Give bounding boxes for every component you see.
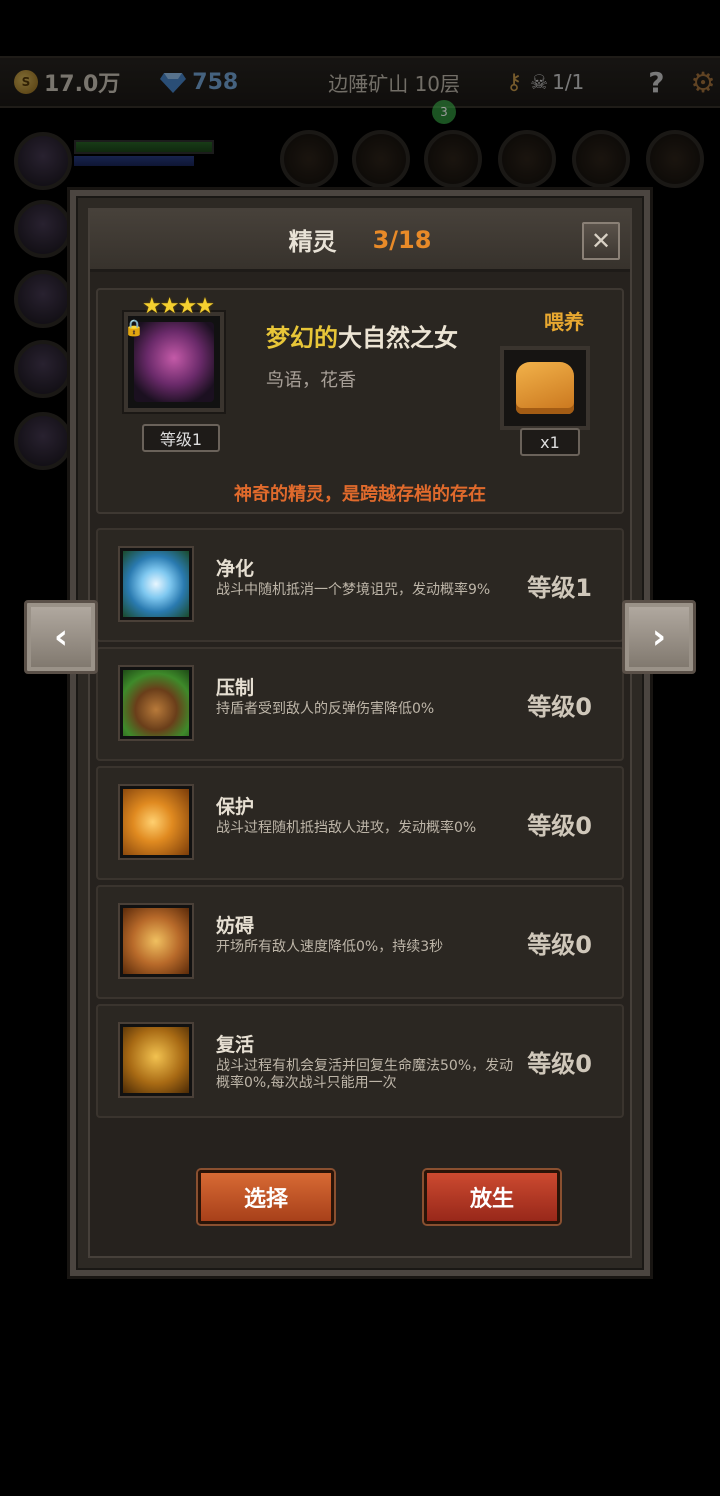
party-portrait (14, 270, 72, 328)
revive-dancer-icon (120, 1024, 192, 1096)
sprite-tags: 鸟语，花香 (266, 370, 356, 391)
panel-title: 精灵 (288, 228, 337, 256)
skill-level: 等级1 (527, 574, 592, 602)
gear-icon[interactable]: ⚙ (691, 66, 716, 99)
skill-row[interactable]: 保护 战斗过程随机抵挡敌人进攻，发动概率0% 等级0 (96, 766, 624, 880)
release-button[interactable]: 放生 (424, 1170, 560, 1224)
blue-flower-icon (120, 548, 192, 620)
help-button[interactable]: ? (648, 66, 664, 99)
beast-claw-icon (120, 667, 192, 739)
notification-badge: 3 (432, 100, 456, 124)
hero-portrait-bg (14, 132, 72, 190)
skill-description: 持盾者受到敌人的反弹伤害降低0% (216, 701, 435, 717)
skill-list: 净化 战斗中随机抵消一个梦境诅咒，发动概率9% 等级1 压制 持盾者受到敌人的反… (96, 528, 624, 1123)
party-portrait (14, 412, 72, 470)
skill-level: 等级0 (527, 1050, 592, 1078)
party-portrait (14, 200, 72, 258)
skill-level: 等级0 (527, 693, 592, 721)
skill-description: 开场所有敌人速度降低0%，持续3秒 (216, 939, 444, 955)
skill-name: 净化 (216, 558, 255, 580)
skill-level: 等级0 (527, 812, 592, 840)
feed-quantity: x1 (520, 428, 580, 456)
skill-name: 保护 (216, 796, 255, 818)
top-hud: S 17.0万 758 边陲矿山 10层 ⚷ ☠ 1/1 ? ⚙ (0, 56, 720, 108)
key-icon: ⚷ (506, 69, 523, 95)
select-button[interactable]: 选择 (198, 1170, 334, 1224)
star-rating: ★★★★ (142, 294, 215, 319)
skill-description: 战斗过程有机会复活并回复生命魔法50%，发动概率0%,每次战斗只能用一次 (216, 1058, 514, 1091)
feed-button[interactable] (500, 346, 590, 430)
party-portrait (14, 340, 72, 398)
skull-icon: ☠ (530, 70, 549, 94)
fairy-protect-icon (120, 786, 192, 858)
bread-icon (516, 362, 574, 414)
equip-slot (498, 130, 556, 188)
chained-boot-icon (120, 905, 192, 977)
gold-coin-icon: S (14, 70, 38, 94)
next-arrow-button[interactable]: › (622, 600, 696, 674)
skill-description: 战斗中随机抵消一个梦境诅咒，发动概率9% (216, 582, 491, 598)
panel-titlebar: 精灵 3/18 ✕ (90, 210, 630, 272)
equip-slot (424, 130, 482, 188)
sprite-name-main: 大自然之女 (338, 324, 458, 352)
gem-amount: 758 (192, 69, 239, 95)
sprite-description: 神奇的精灵，是跨越存档的存在 (234, 484, 486, 505)
skill-row[interactable]: 妨碍 开场所有敌人速度降低0%，持续3秒 等级0 (96, 885, 624, 999)
diamond-icon (160, 71, 187, 93)
skill-name: 复活 (216, 1034, 255, 1056)
equip-slot (646, 130, 704, 188)
sprite-name-prefix: 梦幻的 (266, 324, 338, 352)
panel-body: 精灵 3/18 ✕ ★★★★ 🔒 等级1 梦幻的大自然之女 鸟语，花香 喂养 x… (88, 208, 632, 1258)
sprite-count: 3/18 (372, 225, 432, 254)
prev-arrow-button[interactable]: ‹ (24, 600, 98, 674)
close-button[interactable]: ✕ (582, 222, 620, 260)
sprite-info-card: ★★★★ 🔒 等级1 梦幻的大自然之女 鸟语，花香 喂养 x1 神奇的精灵，是跨… (96, 288, 624, 514)
hp-bar (74, 140, 214, 154)
equip-slot (572, 130, 630, 188)
equip-slot (352, 130, 410, 188)
skill-row[interactable]: 压制 持盾者受到敌人的反弹伤害降低0% 等级0 (96, 647, 624, 761)
kill-count: 1/1 (552, 70, 585, 94)
equip-slot (280, 130, 338, 188)
skill-row[interactable]: 复活 战斗过程有机会复活并回复生命魔法50%，发动概率0%,每次战斗只能用一次 … (96, 1004, 624, 1118)
mp-bar (74, 156, 194, 166)
skill-level: 等级0 (527, 931, 592, 959)
sprite-level: 等级1 (142, 424, 220, 452)
skill-name: 压制 (216, 677, 255, 699)
sprite-name: 梦幻的大自然之女 (266, 318, 458, 353)
skill-description: 战斗过程随机抵挡敌人进攻，发动概率0% (216, 820, 477, 836)
fairy-image (134, 322, 214, 402)
sprite-panel: 精灵 3/18 ✕ ★★★★ 🔒 等级1 梦幻的大自然之女 鸟语，花香 喂养 x… (70, 190, 650, 1276)
gold-amount: 17.0万 (44, 72, 121, 97)
feed-label: 喂养 (544, 310, 584, 334)
skill-row[interactable]: 净化 战斗中随机抵消一个梦境诅咒，发动概率9% 等级1 (96, 528, 624, 642)
skill-name: 妨碍 (216, 915, 255, 937)
lock-icon[interactable]: 🔒 (124, 318, 144, 337)
floor-label: 边陲矿山 10层 (328, 71, 461, 96)
